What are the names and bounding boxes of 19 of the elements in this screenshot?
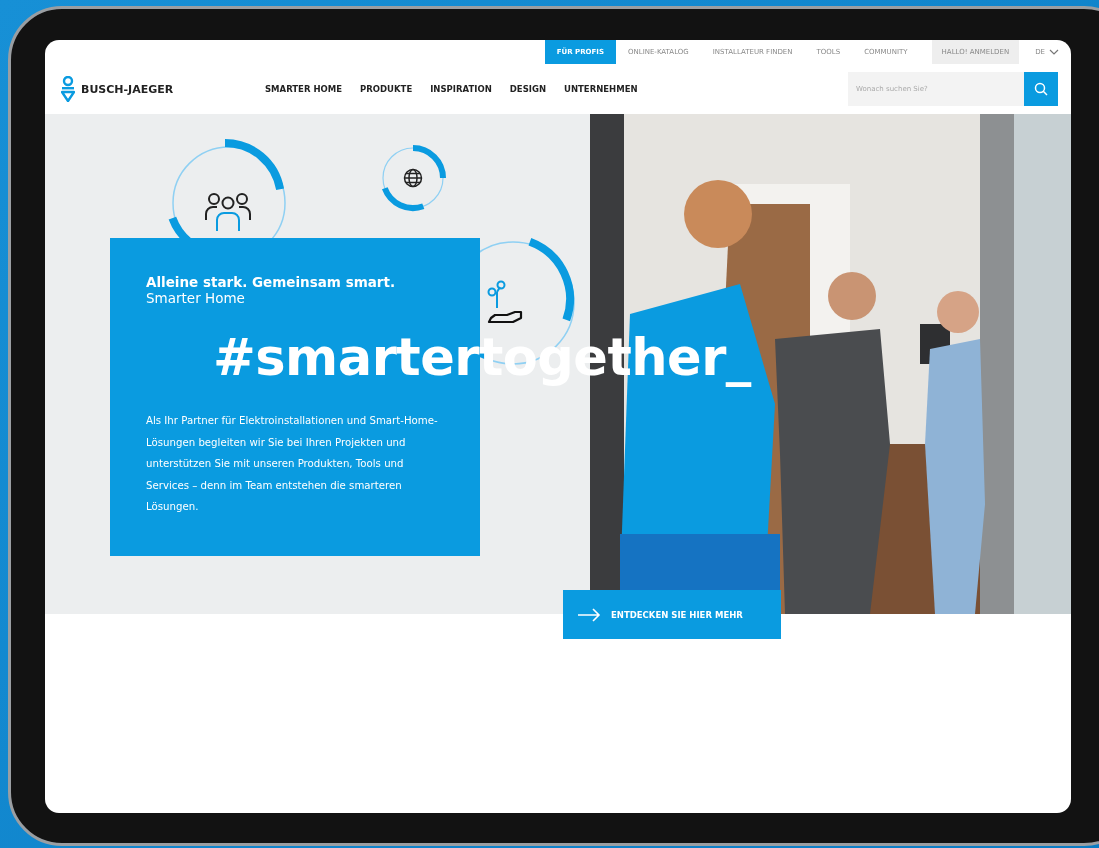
nav-link[interactable]: SMARTER HOME [265, 84, 343, 94]
hero-headline: Alleine stark. Gemeinsam smart. [146, 274, 397, 290]
hand-plant-icon [485, 280, 525, 324]
brand-name: BUSCH-JAEGER [81, 82, 174, 96]
arrow-icon [577, 607, 601, 622]
nav-link[interactable]: DESIGN [509, 84, 546, 94]
caret-icon [1049, 49, 1059, 55]
hero-subline: Smarter Home [146, 290, 246, 306]
people-icon [205, 192, 251, 232]
nav-link[interactable]: INSPIRATION [430, 84, 492, 94]
hero-description: Als Ihr Partner für Elektroinstallationen und Smart-Home-Lösungen begleiten wir Sie bei Ihren Projekten und unterstützen Sie mit unseren Produkten, Tools und Services – denn im Team entstehen die smarteren Lösungen. [146, 414, 439, 514]
search-icon [1034, 82, 1048, 96]
globe-icon [403, 168, 423, 188]
logo-icon [61, 76, 75, 102]
ring-drawing [379, 144, 447, 212]
nav-link[interactable]: UNTERNEHMEN [564, 84, 638, 94]
search-button[interactable] [1024, 72, 1058, 106]
nav-link[interactable]: PRODUKTE [360, 84, 413, 94]
discover-button[interactable]: ENTDECKEN SIE HIER MEHR [563, 590, 781, 639]
